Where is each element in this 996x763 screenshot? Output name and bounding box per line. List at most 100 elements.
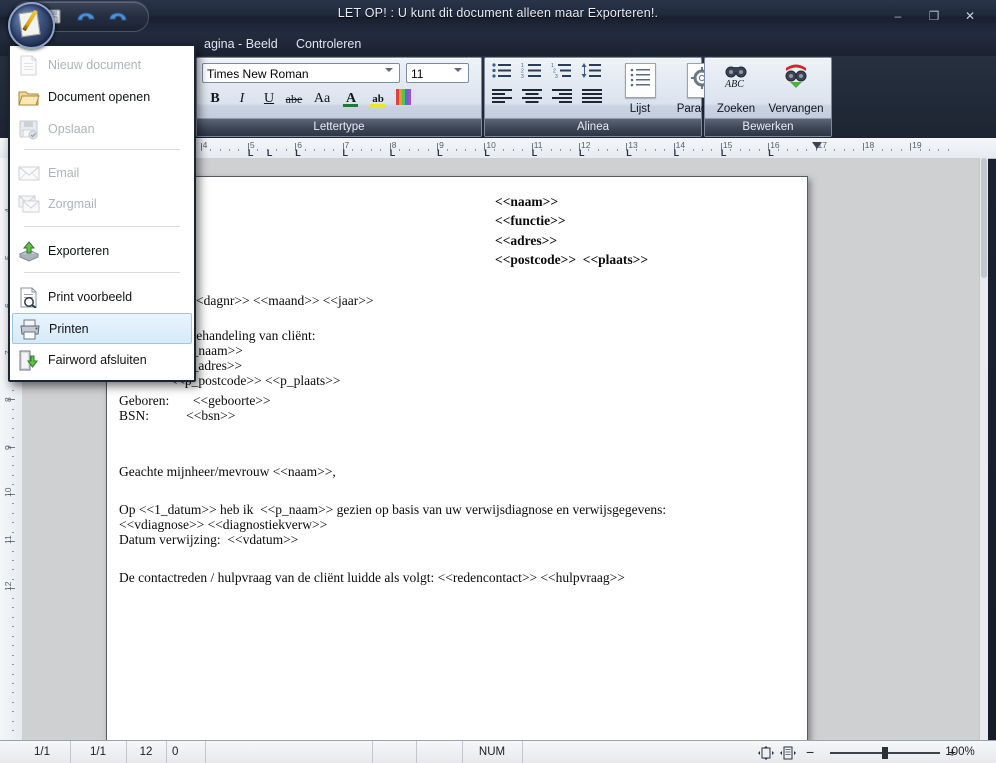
ruler-minor-tick [399, 149, 401, 151]
menu-item-fairword-afsluiten[interactable]: Fairword afsluiten [12, 345, 192, 376]
ruler-label: 19 [912, 140, 922, 150]
multilevel-list-glyph: 1 2 3 [551, 63, 571, 80]
open-folder-glyph [18, 91, 40, 106]
font-color-button[interactable]: A [339, 88, 363, 110]
ruler-tab-stop[interactable]: L [674, 148, 680, 158]
ruler-minor-tick [12, 474, 14, 476]
ruler-tab-stop[interactable]: L [579, 148, 585, 158]
ruler-minor-tick [228, 149, 230, 151]
change-case-button[interactable]: Aa [310, 88, 334, 110]
highlight-button[interactable]: ab [366, 88, 390, 110]
ruler-tab-stop[interactable]: L [626, 148, 632, 158]
ruler-tab-stop[interactable]: L [267, 148, 273, 158]
tab-pagina-beeld[interactable]: agina - Beeld [196, 35, 286, 54]
bold-button[interactable]: B [203, 88, 227, 110]
zoom-slider-thumb[interactable] [882, 747, 888, 759]
ruler-indent-marker[interactable] [811, 142, 822, 149]
lijst-button[interactable]: Lijst [609, 61, 671, 115]
title-bar: LET OP! : U kunt dit document alleen maa… [0, 0, 996, 33]
binoculars-abc-glyph: ABC [724, 66, 747, 90]
ruler-minor-tick [12, 635, 14, 637]
ruler-tab-stop[interactable]: L [390, 148, 396, 158]
ruler-minor-tick [12, 408, 14, 410]
font-name-combobox[interactable]: Times New Roman [202, 63, 400, 83]
lettertype-group-body: Times New Roman 11 B I U abe Aa A ab [197, 58, 481, 118]
ruler-tab-stop[interactable]: L [437, 148, 443, 158]
ruler-minor-tick [739, 149, 741, 151]
color-palette-icon [396, 89, 414, 105]
close-button[interactable]: ✕ [956, 7, 984, 25]
ruler-tab-stop[interactable]: L [295, 148, 301, 158]
ruler-minor-tick [12, 626, 14, 628]
ruler-tab-stop[interactable]: L [721, 148, 727, 158]
ruler-minor-tick [408, 149, 410, 151]
bewerken-group-body: ABC Zoeken Vervangen [705, 58, 831, 118]
minimize-button[interactable]: – [884, 7, 912, 25]
ruler-minor-tick [664, 149, 666, 151]
ruler-tab-stop[interactable]: L [343, 148, 349, 158]
zoom-out-button[interactable]: − [806, 741, 814, 763]
zoeken-button[interactable]: ABC Zoeken [707, 61, 765, 115]
menu-item-zorgmail[interactable]: Zorgmail [12, 189, 192, 220]
menu-item-nieuw-document[interactable]: Nieuw document [12, 50, 192, 81]
ruler-minor-tick [12, 550, 14, 552]
email-envelope-icon [18, 163, 40, 184]
ruler-tab-stop[interactable]: L [768, 148, 774, 158]
bullet-list-glyph [492, 63, 511, 78]
align-justify-icon[interactable] [581, 88, 603, 105]
color-palette-button[interactable] [393, 88, 417, 110]
menu-item-email[interactable]: Email [12, 158, 192, 189]
document-page[interactable]: <<naam>> <<functie>> <<adres>> <<postcode>>… [106, 176, 808, 740]
ruler-tab-stop[interactable]: L [248, 148, 254, 158]
ruler-minor-tick [550, 149, 552, 151]
zorgmail-envelope-icon [18, 194, 40, 215]
redo-icon[interactable] [107, 7, 127, 26]
office-menu-popup[interactable]: Nieuw document Document openen Opslaan E… [8, 44, 196, 382]
menu-separator [24, 272, 180, 273]
font-size-combobox[interactable]: 11 [406, 63, 469, 83]
font-color-swatch [343, 104, 358, 107]
document-address-line: <<postcode>> <<plaats>> [495, 251, 649, 267]
ruler-minor-tick [12, 711, 14, 713]
menu-item-label: Printen [49, 322, 89, 336]
document-body-line: <<vdiagnose>> <<diagnostiekverw>> [119, 517, 328, 532]
maximize-button[interactable]: ❐ [920, 7, 948, 25]
page-layout-view-icon[interactable] [758, 746, 774, 760]
vertical-scrollbar[interactable] [979, 158, 988, 740]
menu-item-exporteren[interactable]: Exporteren [12, 236, 192, 267]
web-layout-view-icon[interactable] [780, 746, 796, 760]
ruler-label: 18 [864, 140, 875, 150]
vervangen-button[interactable]: Vervangen [765, 61, 827, 115]
office-button[interactable] [8, 2, 55, 49]
ruler-minor-tick [257, 149, 259, 151]
chevron-down-icon[interactable] [454, 68, 462, 72]
undo-icon[interactable] [75, 7, 95, 26]
menu-item-printen[interactable]: Printen [12, 313, 192, 344]
bullet-list-icon[interactable] [491, 62, 513, 79]
align-right-icon[interactable] [551, 88, 573, 105]
menu-item-opslaan[interactable]: Opslaan [12, 114, 192, 145]
ruler-tab-stop[interactable]: L [532, 148, 538, 158]
ruler-minor-tick [12, 418, 14, 420]
line-spacing-icon[interactable] [581, 62, 603, 79]
menu-item-print-voorbeeld[interactable]: Print voorbeeld [12, 282, 192, 313]
align-center-icon[interactable] [521, 88, 543, 105]
ruler-minor-tick [351, 149, 353, 151]
strikethrough-button[interactable]: abe [282, 88, 306, 110]
italic-button[interactable]: I [230, 88, 254, 110]
chevron-down-icon[interactable] [385, 68, 393, 72]
multilevel-list-icon[interactable]: 1 2 3 [551, 62, 573, 80]
document-text[interactable]: <<naam>> <<functie>> <<adres>> <<postcode>>… [107, 177, 807, 740]
tab-controleren[interactable]: Controleren [288, 35, 369, 54]
underline-button[interactable]: U [257, 88, 281, 110]
menu-item-document-openen[interactable]: Document openen [12, 82, 192, 113]
ruler-label: 11 [3, 535, 13, 545]
numbered-list-icon[interactable]: 1 2 3 [521, 62, 543, 80]
zorgmail-envelope-glyph [18, 195, 40, 213]
scrollbar-thumb[interactable] [981, 158, 987, 278]
align-left-icon[interactable] [491, 88, 513, 105]
line-spacing-glyph [581, 63, 601, 78]
ruler-tab-stop[interactable]: L [484, 148, 490, 158]
ruler-minor-tick [12, 437, 14, 439]
document-body-line: Geachte mijnheer/mevrouw <<naam>>, [119, 464, 336, 479]
